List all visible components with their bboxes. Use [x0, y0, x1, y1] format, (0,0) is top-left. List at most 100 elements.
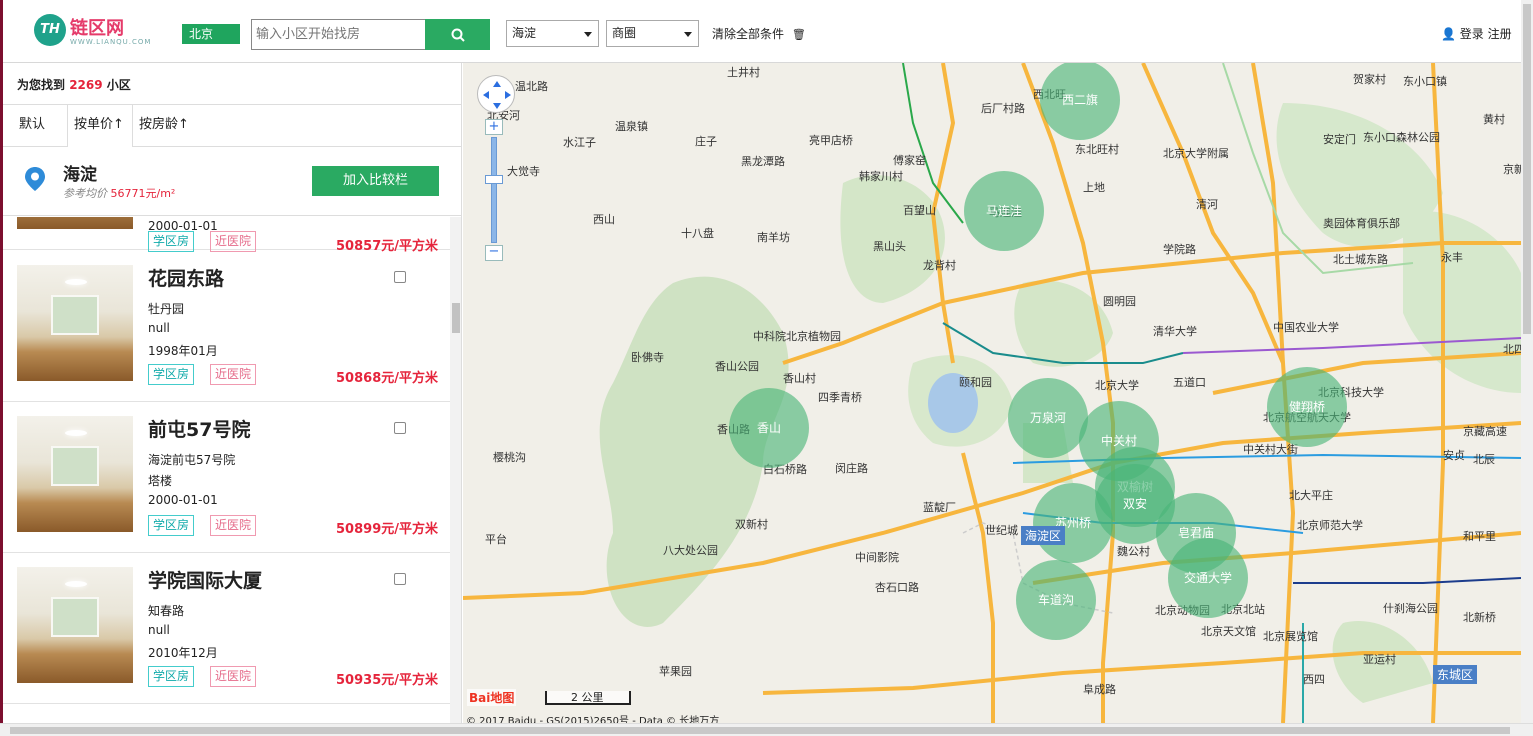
zoom-control[interactable]: + − [485, 119, 505, 263]
map-place-label: 龙背村 [923, 258, 956, 272]
region-summary: 海淀 参考均价 56771元/m² 加入比较栏 [3, 148, 461, 216]
community-photo[interactable] [17, 567, 133, 683]
map-place-label: 中国农业大学 [1273, 320, 1339, 334]
compare-checkbox[interactable] [394, 573, 406, 585]
area-cluster-marker[interactable]: 苏州桥 [1033, 483, 1113, 563]
compare-checkbox[interactable] [394, 422, 406, 434]
list-scrollbar-thumb[interactable] [452, 303, 460, 333]
map-place-label: 东北旺村 [1075, 142, 1119, 156]
item-type: 塔楼 [148, 474, 173, 488]
map-place-label: 清华大学 [1153, 324, 1197, 338]
tab-default[interactable]: 默认 [13, 105, 66, 147]
map-place-label: 颐和园 [959, 376, 992, 389]
area-cluster-label[interactable]: 车道沟 [1038, 592, 1074, 607]
list-scrollbar[interactable] [450, 217, 461, 723]
list-item[interactable]: 前屯57号院 海淀前屯57号院 塔楼 2000-01-01 学区房 近医院 50… [3, 402, 450, 553]
item-name[interactable]: 花园东路 [148, 264, 224, 291]
site-logo[interactable]: TH 链区网 WWW.LIANQU.COM [30, 10, 160, 50]
add-compare-button[interactable]: 加入比较栏 [312, 166, 439, 196]
search-button[interactable] [425, 19, 490, 50]
zoom-in-button[interactable]: + [485, 119, 503, 135]
login-register[interactable]: 👤 登录 注册 [1441, 25, 1512, 42]
map-place-label: 北京师范大学 [1297, 518, 1363, 532]
area-select-value: 商圈 [612, 26, 637, 40]
pan-control[interactable] [477, 75, 515, 113]
area-cluster-label[interactable]: 交通大学 [1184, 570, 1232, 585]
item-name[interactable]: 前屯57号院 [148, 415, 250, 442]
map-place-label: 中科院北京植物园 [753, 329, 841, 343]
map-place-label: 北四环 [1503, 343, 1521, 356]
map-place-label: 苹果园 [659, 664, 692, 678]
logo-subtext: WWW.LIANQU.COM [70, 38, 152, 46]
item-address: 牡丹园 [148, 302, 185, 316]
area-cluster-marker[interactable]: 健翔桥 [1267, 367, 1347, 447]
area-cluster-marker[interactable]: 车道沟 [1016, 560, 1096, 640]
map-view[interactable]: 温北路土井村东小口镇贺家村清河西北旺后厂村路亮甲店桥北安河温泉镇庄子水江子黑龙潭… [463, 63, 1521, 723]
item-address: 知春路 [148, 604, 185, 618]
list-item[interactable]: 学院国际大厦 知春路 null 2010年12月 学区房 近医院 50935元/… [3, 553, 450, 704]
map-place-label: 水江子 [563, 136, 596, 149]
compare-checkbox[interactable] [394, 271, 406, 283]
map-place-label: 黑龙潭路 [741, 155, 785, 168]
community-photo[interactable] [17, 416, 133, 532]
top-header: TH 链区网 WWW.LIANQU.COM 北京 海淀 商圈 清除全部条件 🗑 … [0, 0, 1533, 63]
area-cluster-label[interactable]: 万泉河 [1030, 411, 1066, 425]
map-place-label: 庄子 [695, 134, 717, 148]
clear-all-filters[interactable]: 清除全部条件 🗑 [712, 25, 806, 42]
map-place-label: 傅家窑 [893, 153, 926, 167]
area-cluster-label[interactable]: 马连洼 [986, 203, 1022, 218]
baidu-map-logo[interactable]: Bai地图 [467, 689, 517, 706]
district-label-dongcheng: 东城区 [1433, 665, 1478, 684]
map-place-label: 五道口 [1173, 375, 1206, 389]
region-price-value: 56771元/m² [110, 187, 176, 200]
map-canvas[interactable]: 温北路土井村东小口镇贺家村清河西北旺后厂村路亮甲店桥北安河温泉镇庄子水江子黑龙潭… [463, 63, 1521, 723]
district-select[interactable]: 海淀 [506, 20, 599, 47]
map-place-label: 京新高速 [1503, 162, 1521, 176]
area-cluster-marker[interactable]: 香山 [729, 388, 809, 468]
map-place-label: 温北路 [515, 80, 548, 93]
zoom-slider-track[interactable] [491, 137, 497, 243]
list-item[interactable]: 花园东路 牡丹园 null 1998年01月 学区房 近医院 50868元/平方… [3, 251, 450, 402]
item-year: 2010年12月 [148, 646, 218, 660]
list-item[interactable]: 2000-01-01 学区房 近医院 50857元/平方米 [3, 217, 450, 254]
zoom-slider-thumb[interactable] [485, 175, 503, 184]
tab-sort-age[interactable]: 按房龄↑ [133, 105, 223, 147]
tab-sort-unit-price[interactable]: 按单价↑ [67, 105, 133, 147]
area-cluster-label[interactable]: 皂君庙 [1178, 526, 1214, 540]
map-place-label: 蓝靛厂 [923, 500, 956, 514]
map-place-label: 南羊坊 [757, 230, 790, 244]
area-cluster-marker[interactable]: 西二旗 [1040, 63, 1120, 140]
area-cluster-label[interactable]: 双安 [1123, 496, 1147, 511]
map-place-label: 八大处公园 [663, 543, 718, 557]
area-cluster-marker[interactable]: 交通大学 [1168, 538, 1248, 618]
district-label-haidian: 海淀区 [1021, 526, 1066, 545]
map-place-label: 温泉镇 [615, 119, 648, 133]
page-horizontal-scrollbar-thumb[interactable] [10, 727, 1510, 734]
community-photo[interactable] [17, 217, 133, 229]
location-pin-icon [25, 167, 45, 191]
page-vertical-scrollbar[interactable] [1521, 0, 1533, 723]
map-place-label: 和平里 [1463, 530, 1496, 543]
area-cluster-label[interactable]: 香山 [757, 421, 781, 435]
area-cluster-marker[interactable]: 万泉河 [1008, 378, 1088, 458]
community-photo[interactable] [17, 265, 133, 381]
page-vertical-scrollbar-thumb[interactable] [1523, 4, 1531, 334]
item-name[interactable]: 学院国际大厦 [148, 566, 262, 593]
zoom-out-button[interactable]: − [485, 245, 503, 261]
map-place-label: 安贞 [1443, 448, 1465, 462]
city-selector[interactable]: 北京 [182, 24, 240, 44]
area-select[interactable]: 商圈 [606, 20, 699, 47]
community-list: 2000-01-01 学区房 近医院 50857元/平方米 花园东路 牡丹园 n… [3, 217, 450, 723]
page-horizontal-scrollbar[interactable] [0, 723, 1533, 736]
clear-all-label: 清除全部条件 [712, 27, 785, 41]
area-cluster-label[interactable]: 健翔桥 [1289, 400, 1325, 414]
map-place-label: 北辰 [1473, 453, 1495, 466]
search-input[interactable] [251, 19, 426, 50]
map-place-label: 杏石口路 [875, 581, 919, 594]
tag-hospital: 近医院 [210, 364, 257, 385]
area-cluster-marker[interactable]: 马连洼 [964, 171, 1044, 251]
map-place-label: 什刹海公园 [1383, 601, 1438, 615]
area-cluster-label[interactable]: 中关村 [1101, 433, 1137, 448]
area-cluster-label[interactable]: 西二旗 [1062, 92, 1098, 107]
map-place-label: 四季青桥 [818, 391, 862, 404]
